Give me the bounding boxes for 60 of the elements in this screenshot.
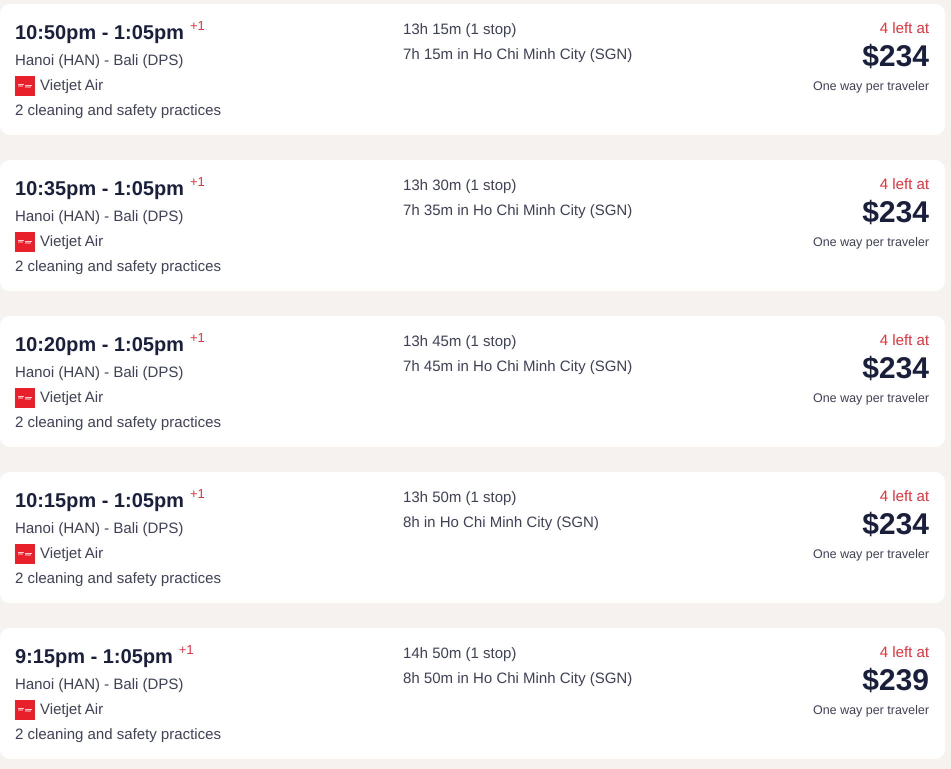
route-text: Hanoi (HAN) - Bali (DPS) [15,51,184,71]
route-text: Hanoi (HAN) - Bali (DPS) [15,519,184,539]
layover-text: 8h in Ho Chi Minh City (SGN) [403,513,600,533]
duration-text: 13h 30m (1 stop) [403,176,518,196]
price-note: One way per traveler [812,78,929,95]
cleaning-practices-text: 2 cleaning and safety practices [15,725,222,745]
price-text: $239 [862,663,929,699]
airline-logo-icon [15,76,35,96]
flight-times: 10:50pm - 1:05pm [15,21,184,46]
price-text: $234 [862,195,929,231]
airline-logo-icon [15,544,35,564]
day-offset: +1 [190,174,205,190]
price-note: One way per traveler [812,546,929,563]
flight-times: 9:15pm - 1:05pm [15,645,173,670]
duration-text: 13h 45m (1 stop) [403,332,518,352]
airline-name: Vietjet Air [40,544,104,564]
layover-text: 8h 50m in Ho Chi Minh City (SGN) [403,669,634,689]
flight-card[interactable]: 10:35pm - 1:05pm +1 Hanoi (HAN) - Bali (DPS) Vietjet Air 2 cleaning and safety practices 13h 30m (1 stop) 7h 35m in Ho Chi Minh City (SGN) 4 left at $234 One way per traveler [0,160,945,291]
route-text: Hanoi (HAN) - Bali (DPS) [15,675,184,695]
flight-card[interactable]: 9:15pm - 1:05pm +1 Hanoi (HAN) - Bali (DPS) Vietjet Air 2 cleaning and safety practices 14h 50m (1 stop) 8h 50m in Ho Chi Minh City (SGN) 4 left at $239 One way per traveler [0,628,945,759]
airline-name: Vietjet Air [40,700,104,720]
price-note: One way per traveler [812,702,929,719]
flight-card[interactable]: 10:20pm - 1:05pm +1 Hanoi (HAN) - Bali (DPS) Vietjet Air 2 cleaning and safety practices 13h 45m (1 stop) 7h 45m in Ho Chi Minh City (SGN) 4 left at $234 One way per traveler [0,316,945,447]
layover-text: 7h 35m in Ho Chi Minh City (SGN) [403,201,634,221]
price-note: One way per traveler [812,234,929,251]
airline-name: Vietjet Air [40,76,104,96]
day-offset: +1 [190,330,205,346]
airline-name: Vietjet Air [40,388,104,408]
price-text: $234 [862,351,929,387]
seats-left-text: 4 left at [880,643,929,663]
route-text: Hanoi (HAN) - Bali (DPS) [15,363,184,383]
seats-left-text: 4 left at [880,331,929,351]
airline-logo-icon [15,388,35,408]
cleaning-practices-text: 2 cleaning and safety practices [15,101,222,121]
cleaning-practices-text: 2 cleaning and safety practices [15,569,222,589]
day-offset: +1 [178,642,194,658]
duration-text: 13h 50m (1 stop) [403,488,518,508]
layover-text: 7h 45m in Ho Chi Minh City (SGN) [403,357,634,377]
day-offset: +1 [190,486,205,502]
airline-name: Vietjet Air [40,232,104,252]
cleaning-practices-text: 2 cleaning and safety practices [15,413,222,433]
day-offset: +1 [190,18,205,34]
airline-logo-icon [15,232,35,252]
price-text: $234 [862,507,929,543]
price-note: One way per traveler [812,390,929,407]
flight-card[interactable]: 10:15pm - 1:05pm +1 Hanoi (HAN) - Bali (DPS) Vietjet Air 2 cleaning and safety practices 13h 50m (1 stop) 8h in Ho Chi Minh City (SGN) 4 left at $234 One way per traveler [0,472,945,603]
flight-times: 10:20pm - 1:05pm [15,333,184,358]
airline-logo-icon [15,700,35,720]
duration-text: 13h 15m (1 stop) [403,20,518,40]
layover-text: 7h 15m in Ho Chi Minh City (SGN) [403,45,634,65]
price-text: $234 [862,39,929,75]
flight-times: 10:15pm - 1:05pm [15,489,184,514]
seats-left-text: 4 left at [880,19,929,39]
duration-text: 14h 50m (1 stop) [403,644,518,664]
flight-card[interactable]: 10:50pm - 1:05pm +1 Hanoi (HAN) - Bali (DPS) Vietjet Air 2 cleaning and safety practices 13h 15m (1 stop) 7h 15m in Ho Chi Minh City (SGN) 4 left at $234 One way per traveler [0,4,945,135]
seats-left-text: 4 left at [880,487,929,507]
seats-left-text: 4 left at [880,175,929,195]
cleaning-practices-text: 2 cleaning and safety practices [15,257,222,277]
route-text: Hanoi (HAN) - Bali (DPS) [15,207,184,227]
flight-times: 10:35pm - 1:05pm [15,177,184,202]
